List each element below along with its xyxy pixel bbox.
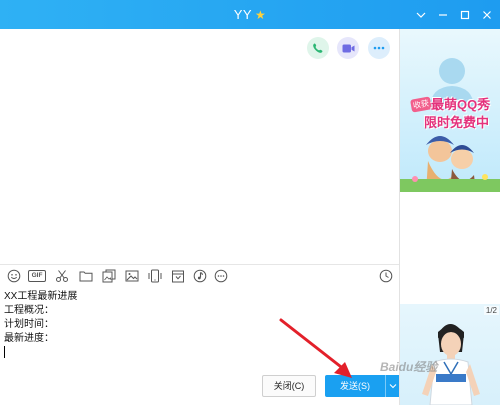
close-icon[interactable] — [476, 0, 498, 29]
contact-name: YY — [233, 7, 253, 22]
maximize-icon[interactable] — [454, 0, 476, 29]
chevron-down-icon — [389, 384, 397, 389]
qq-show-avatar[interactable]: 1/2 — [400, 304, 500, 405]
more-icon[interactable] — [213, 268, 229, 284]
send-options-button[interactable] — [385, 375, 400, 397]
title-bar: YY ★ — [0, 0, 500, 29]
phone-icon — [313, 43, 323, 53]
gif-icon: GIF — [31, 272, 43, 279]
message-line: 工程概况： — [4, 305, 54, 316]
video-camera-icon — [342, 44, 354, 52]
input-toolbar: GIF — [0, 266, 399, 288]
voice-call-button[interactable] — [307, 37, 329, 59]
folder-icon[interactable] — [78, 268, 94, 284]
text-caret — [4, 346, 394, 360]
emoji-icon[interactable] — [6, 268, 22, 284]
screen-share-icon[interactable] — [147, 268, 163, 284]
history-clock-icon[interactable] — [378, 268, 394, 284]
image-icon[interactable] — [124, 268, 140, 284]
avatar-character-icon — [422, 324, 480, 405]
watermark: Baidu经验 — [380, 360, 438, 374]
minimize-icon[interactable] — [432, 0, 454, 29]
more-options-button[interactable] — [368, 37, 390, 59]
scissors-icon[interactable] — [54, 268, 70, 284]
more-icon — [373, 46, 385, 50]
chevron-down-icon[interactable] — [410, 0, 432, 29]
message-input[interactable]: XX工程最新进展 工程概况： 计划时间： 最新进度： — [4, 290, 394, 360]
qq-show-ad[interactable]: 收获 最萌QQ秀 限时免费中 — [400, 29, 500, 192]
page-indicator: 1/2 — [483, 306, 499, 315]
message-line: 计划时间： — [4, 319, 54, 330]
gif-button[interactable]: GIF — [28, 268, 46, 284]
chat-window: YY ★ GIF XX工程最新进展 工程概况： 计划时间： 最新进度： 关闭(C… — [0, 0, 500, 405]
right-panel: 收获 最萌QQ秀 限时免费中 1/2 — [399, 29, 500, 405]
ad-subheadline: 限时免费中 — [424, 115, 490, 130]
message-line: 最新进度： — [4, 333, 54, 344]
divider — [0, 264, 399, 265]
close-button[interactable]: 关闭(C) — [262, 375, 316, 397]
music-note-icon[interactable] — [192, 268, 208, 284]
message-line: XX工程最新进展 — [4, 291, 78, 302]
calendar-icon[interactable] — [170, 268, 186, 284]
star-icon: ★ — [255, 8, 267, 22]
ad-headline: 最萌QQ秀 — [431, 97, 491, 112]
send-button[interactable]: 发送(S) — [325, 375, 385, 397]
picture-folder-icon[interactable] — [101, 268, 117, 284]
video-call-button[interactable] — [337, 37, 359, 59]
chat-history — [0, 29, 399, 264]
panel-blank — [400, 192, 500, 304]
